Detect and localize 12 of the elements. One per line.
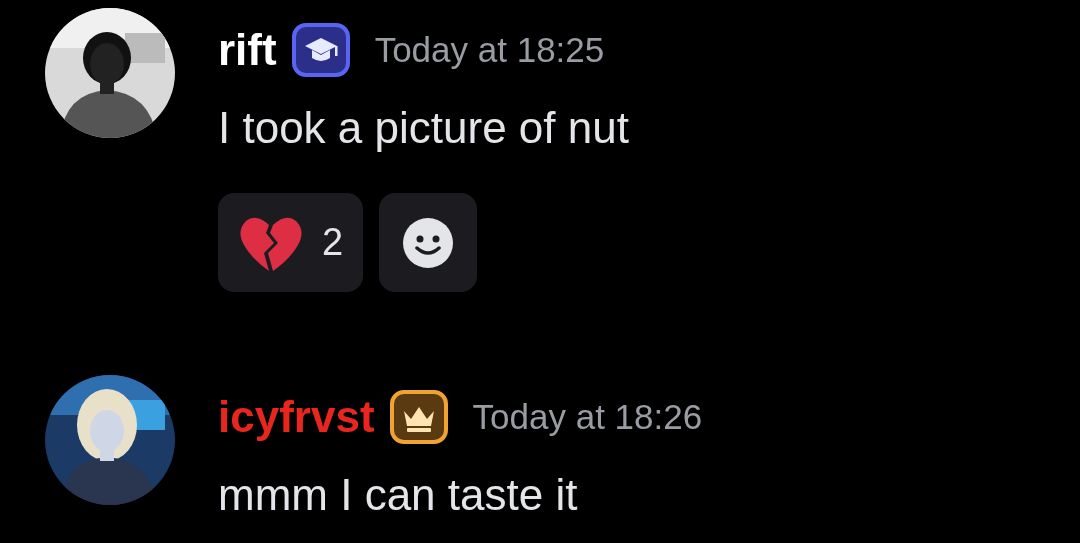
message-text: mmm I can taste it <box>218 469 579 521</box>
crown-badge-icon <box>388 389 449 445</box>
smiley-icon <box>401 215 456 270</box>
timestamp: Today at 18:25 <box>374 30 605 70</box>
username[interactable]: rift <box>218 25 277 75</box>
timestamp: Today at 18:26 <box>472 397 703 437</box>
reaction-count: 2 <box>322 221 344 264</box>
graduation-cap-badge-icon <box>290 22 351 78</box>
add-reaction-button[interactable] <box>379 193 478 292</box>
username[interactable]: icyfrvst <box>218 392 375 442</box>
reaction-button[interactable]: 2 <box>218 193 364 292</box>
message-text: I took a picture of nut <box>218 102 629 154</box>
